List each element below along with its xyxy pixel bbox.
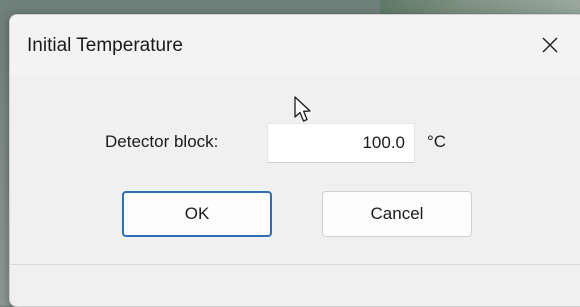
unit-label: °C [427, 132, 447, 151]
close-icon [542, 37, 558, 53]
detector-block-label: Detector block: [105, 132, 219, 151]
arrow-cursor-icon [294, 96, 311, 122]
close-button[interactable] [530, 27, 570, 63]
detector-block-input[interactable] [267, 123, 415, 163]
background-window-strip [380, 0, 580, 14]
ok-button[interactable]: OK [122, 191, 272, 237]
footer-divider [10, 264, 580, 265]
initial-temperature-dialog: Initial Temperature Detector block: °C O… [9, 14, 580, 307]
cancel-button[interactable]: Cancel [322, 191, 472, 237]
dialog-titlebar: Initial Temperature [10, 15, 580, 77]
dialog-title: Initial Temperature [27, 35, 183, 56]
